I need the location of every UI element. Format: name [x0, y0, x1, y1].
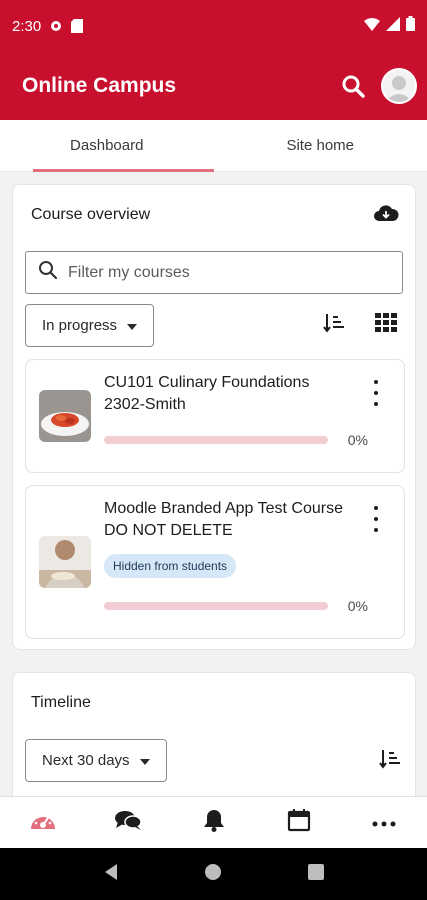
calendar-icon: [287, 808, 311, 837]
course-controls: In progress: [25, 304, 403, 347]
more-options-icon[interactable]: [366, 380, 386, 406]
filter-courses-input[interactable]: [68, 263, 388, 282]
course-progress-value: 0%: [347, 432, 368, 448]
course-overview-card: Course overview In progress: [12, 184, 416, 650]
settings-gear-icon: [49, 19, 63, 33]
filter-courses-field[interactable]: [25, 251, 403, 294]
chat-bubbles-icon: [114, 809, 142, 836]
caret-down-icon: [127, 317, 138, 334]
nav-dashboard[interactable]: [0, 797, 85, 848]
course-name: CU101 Culinary Foundations 2302-Smith: [104, 374, 310, 413]
course-image: [39, 390, 91, 442]
bottom-navigation: [0, 796, 427, 848]
sort-icon[interactable]: [323, 313, 345, 338]
sd-card-icon: [71, 19, 85, 33]
course-card[interactable]: Moodle Branded App Test Course DO NOT DE…: [25, 485, 405, 639]
timeline-header: Timeline: [13, 673, 415, 733]
gauge-icon: [29, 809, 57, 836]
search-icon[interactable]: [337, 70, 369, 102]
user-avatar[interactable]: [381, 68, 417, 104]
nav-more[interactable]: [342, 797, 427, 848]
search-icon: [38, 260, 58, 285]
nav-messages[interactable]: [85, 797, 170, 848]
timeline-card: Timeline Next 30 days: [12, 672, 416, 796]
caret-down-icon: [139, 752, 150, 769]
hidden-status-badge: Hidden from students: [104, 554, 237, 578]
course-progress-value: 0%: [347, 598, 368, 614]
course-card[interactable]: CU101 Culinary Foundations 2302-Smith 0%: [25, 359, 405, 473]
course-overview-title: Course overview: [31, 206, 151, 223]
status-bar: 2:30: [0, 0, 427, 52]
tab-bar: Dashboard Site home: [0, 120, 427, 172]
dashboard-content[interactable]: Course overview In progress: [0, 172, 427, 796]
course-image: [39, 536, 91, 588]
home-icon[interactable]: [204, 863, 222, 886]
course-progress-bar: [104, 602, 328, 610]
back-icon[interactable]: [103, 863, 119, 886]
tab-dashboard[interactable]: Dashboard: [0, 120, 214, 172]
nav-notifications[interactable]: [171, 797, 256, 848]
course-filter-value: In progress: [42, 317, 118, 334]
timeline-filter-select[interactable]: Next 30 days: [25, 739, 167, 782]
bell-icon: [203, 808, 225, 837]
tab-site-home[interactable]: Site home: [214, 120, 427, 171]
wifi-icon: [364, 17, 380, 36]
system-navigation-bar: [0, 848, 427, 900]
signal-icon: [386, 16, 400, 36]
more-options-icon[interactable]: [366, 506, 386, 532]
status-time: 2:30: [12, 17, 42, 35]
app-bar: Online Campus: [0, 52, 427, 120]
grid-view-icon[interactable]: [375, 313, 397, 338]
course-progress-bar: [104, 436, 328, 444]
cloud-download-icon[interactable]: [373, 203, 399, 228]
timeline-title: Timeline: [31, 694, 91, 711]
course-name: Moodle Branded App Test Course DO NOT DE…: [104, 500, 343, 539]
course-filter-select[interactable]: In progress: [25, 304, 155, 347]
more-horizontal-icon: [372, 814, 396, 832]
tab-dashboard-label: Dashboard: [70, 137, 144, 154]
timeline-filter-value: Next 30 days: [42, 752, 130, 769]
recents-icon[interactable]: [308, 863, 325, 885]
app-title: Online Campus: [22, 74, 177, 97]
course-overview-header: Course overview: [13, 185, 415, 245]
battery-icon: [406, 16, 415, 36]
sort-icon[interactable]: [379, 749, 401, 774]
nav-calendar[interactable]: [256, 797, 341, 848]
tab-site-home-label: Site home: [286, 137, 355, 154]
